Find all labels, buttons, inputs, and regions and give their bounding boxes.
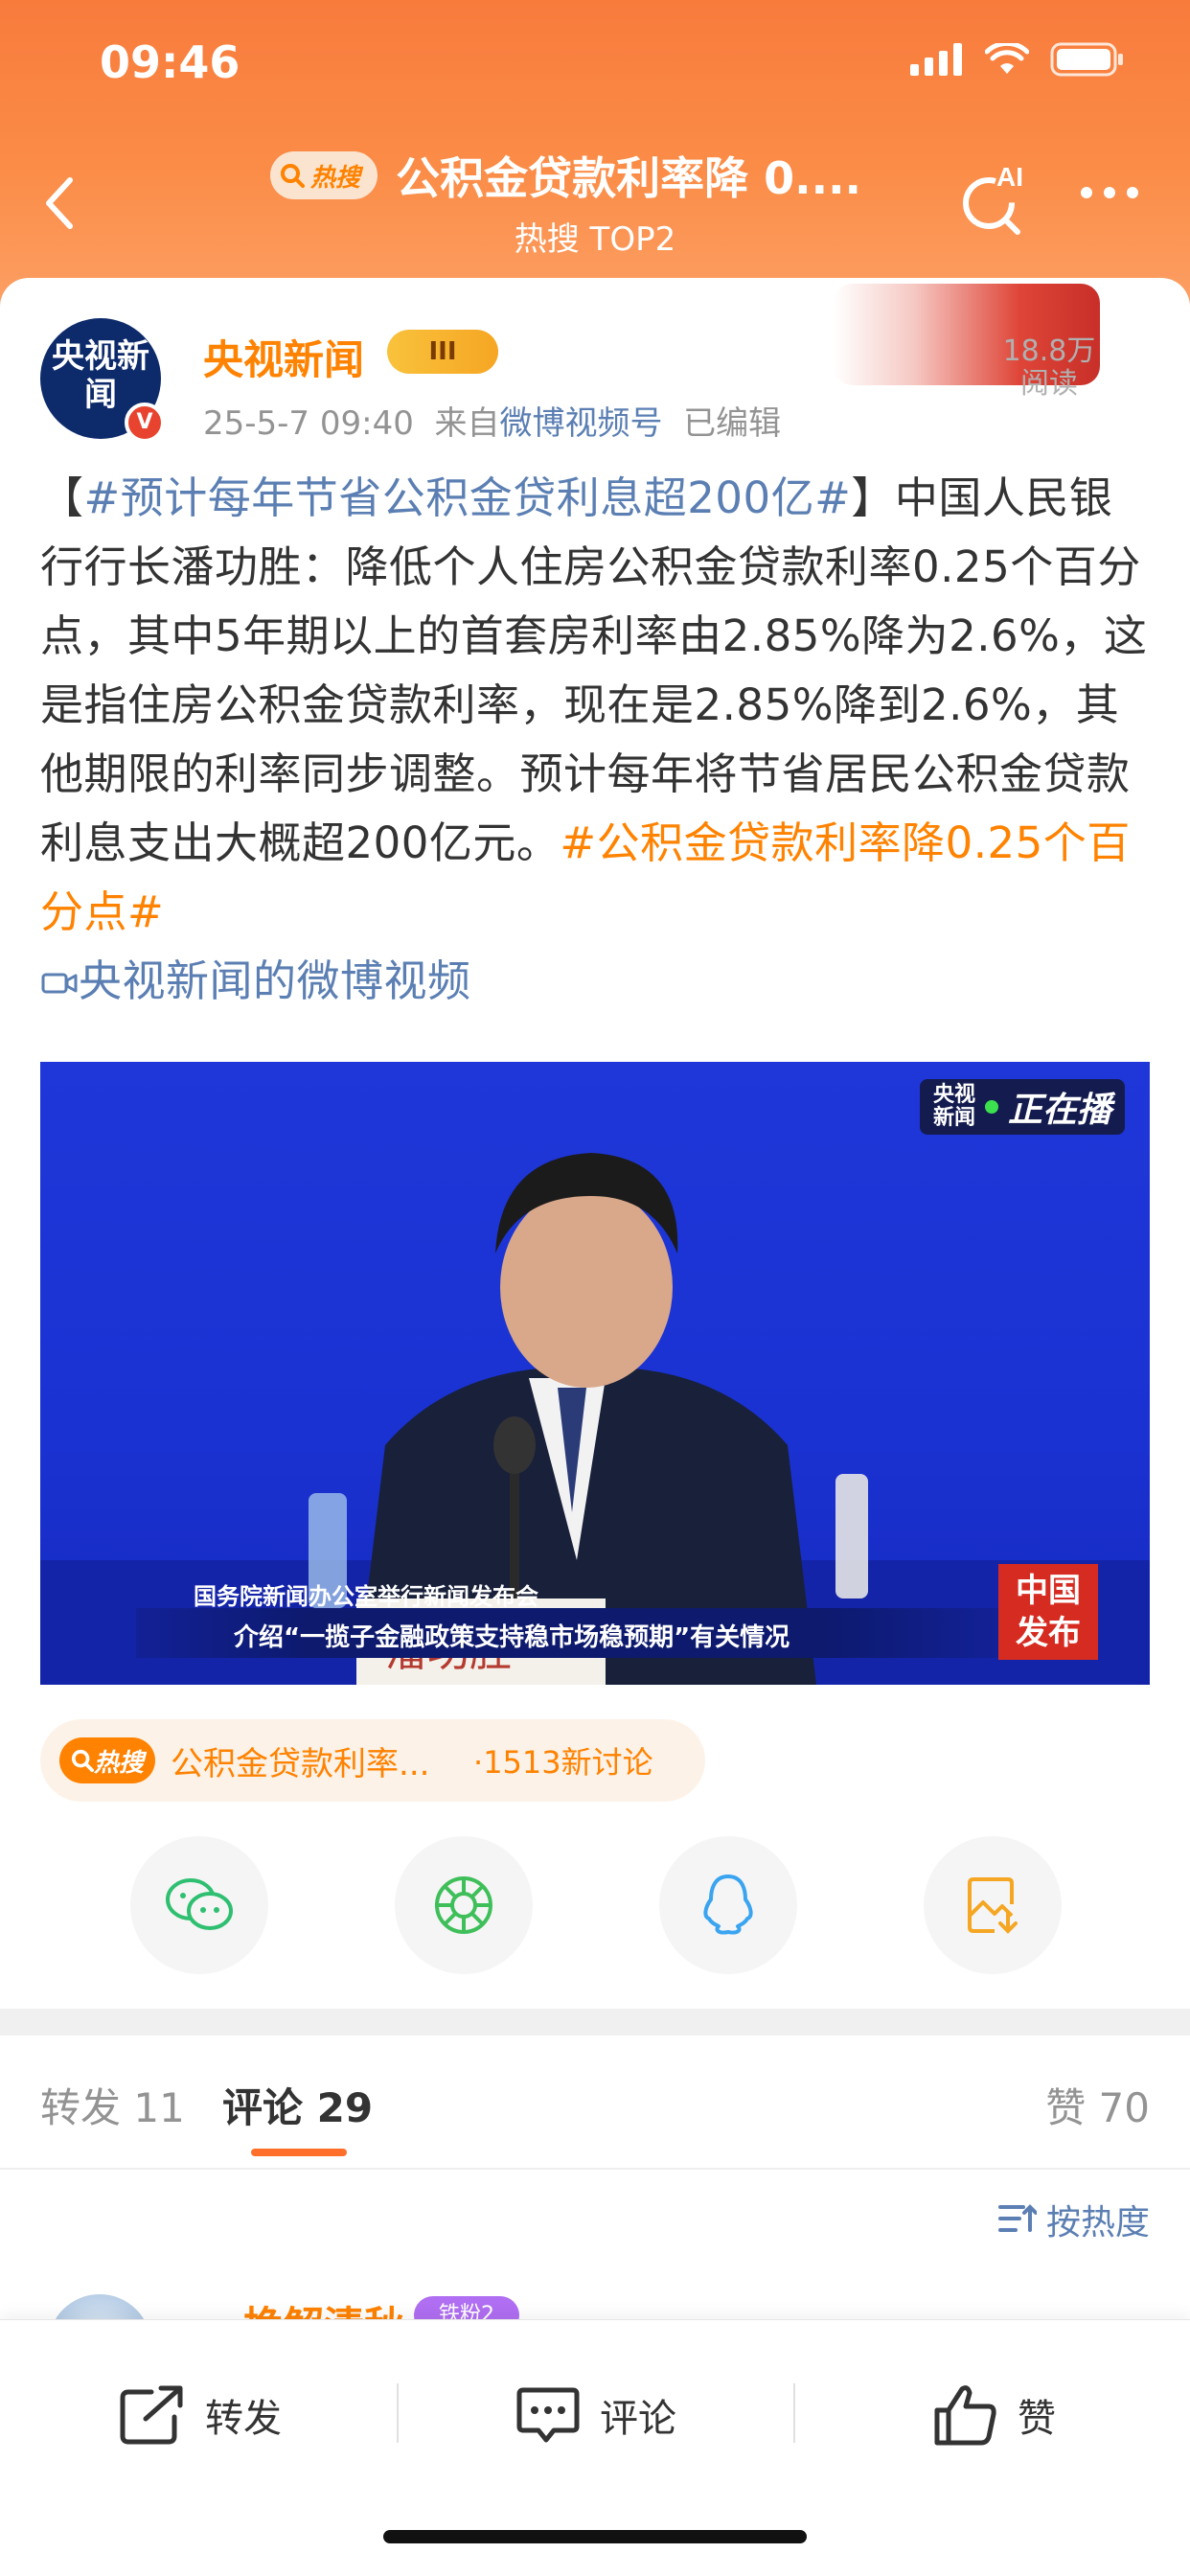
section-divider [0, 2009, 1190, 2036]
hot-topic-label: 热搜 [94, 1748, 145, 1778]
header: 09:46 热搜 公积金贷款利率降 0.... 热搜 TOP2 AI [0, 0, 1190, 316]
status-time: 09:46 [100, 36, 240, 88]
nav-title-area[interactable]: 热搜 公积金贷款利率降 0.... [270, 144, 922, 207]
author-name[interactable]: 央视新闻 [203, 328, 364, 386]
live-badge-line-1: 央视 [932, 1083, 975, 1107]
hot-search-label: 热搜 [310, 163, 361, 193]
tab-comment[interactable]: 评论 29 [222, 2076, 373, 2134]
bracket-close: 】 [851, 472, 895, 523]
bracket-open: 【 [40, 472, 84, 523]
video-caption: 国务院新闻办公室举行新闻发布会 介绍“一揽子金融政策支持稳市场稳预期”有关情况 [79, 1574, 998, 1662]
hot-topic-pill: 热搜 [59, 1737, 156, 1783]
comment-icon [516, 2387, 580, 2443]
live-dot-icon [984, 1100, 998, 1114]
search-icon [71, 1749, 94, 1772]
video-link-label: 央视新闻的微博视频 [79, 955, 471, 1006]
comment-label: 评论 [600, 2397, 676, 2441]
battery-icon [1050, 42, 1123, 77]
logo-line-1: 中国 [1016, 1572, 1081, 1610]
verified-icon: V [125, 402, 165, 443]
save-image-button[interactable] [924, 1836, 1062, 1974]
live-badge: 央视 新闻 正在播 [919, 1079, 1125, 1135]
share-moments-button[interactable] [395, 1836, 533, 1974]
ai-search-icon: AI [963, 162, 1023, 235]
interaction-tabs: 转发 11 评论 29 赞 70 [0, 2036, 1190, 2170]
repost-button[interactable]: 转发 [119, 2381, 282, 2449]
live-badge-line-2: 新闻 [932, 1106, 975, 1130]
search-icon [281, 164, 305, 188]
source-prefix: 来自 [434, 404, 500, 443]
wifi-icon [985, 43, 1029, 74]
caption-line-1: 国务院新闻办公室举行新闻发布会 [194, 1583, 538, 1610]
post-text: 【#预计每年节省公积金贷利息超200亿#】中国人民银行行长潘功胜：降低个人住房公… [40, 464, 1152, 1016]
live-text: 正在播 [1007, 1091, 1111, 1130]
repost-icon [120, 2385, 183, 2445]
sort-label: 按热度 [1045, 2203, 1150, 2242]
tab-repost[interactable]: 转发 11 [40, 2076, 185, 2134]
video-source-link[interactable]: 央视新闻的微博视频 [40, 955, 471, 1006]
save-image-icon [968, 1877, 1018, 1934]
logo-line-2: 发布 [1016, 1614, 1081, 1652]
thumbs-up-icon [934, 2385, 996, 2446]
post-meta: 25-5-7 09:40 来自微博视频号 已编辑 [203, 397, 781, 444]
ai-search-button[interactable]: AI [956, 161, 1033, 238]
more-button[interactable] [1081, 187, 1138, 198]
post-body: 中国人民银行行长潘功胜：降低个人住房公积金贷款利率0.25个百分点，其中5年期以… [40, 472, 1148, 868]
signal-icon [910, 43, 962, 76]
ai-label: AI [996, 162, 1023, 192]
caption-line-2: 介绍“一揽子金融政策支持稳市场稳预期”有关情况 [234, 1623, 790, 1652]
like-label: 赞 [1018, 2397, 1056, 2441]
video-player[interactable]: 潘功胜 央视新闻 正在播 国务院新闻办公室举行新闻发布会 介绍“一揽子金融政策支… [40, 1062, 1150, 1685]
home-indicator[interactable] [383, 2530, 807, 2543]
qq-icon [703, 1874, 753, 1935]
read-count-label: 阅读 [1020, 367, 1078, 401]
hot-search-pill: 热搜 [270, 151, 378, 199]
read-count: 18.8万 阅读 [977, 335, 1121, 401]
share-qq-button[interactable] [659, 1836, 797, 1974]
share-row [0, 1836, 1190, 1980]
like-button[interactable]: 赞 [933, 2381, 1056, 2449]
hot-topic-title: 公积金贷款利率... [171, 1744, 430, 1783]
hot-topic-count: ·1513新讨论 [473, 1744, 653, 1781]
moments-icon [435, 1876, 492, 1934]
active-tab-indicator [251, 2149, 347, 2156]
post-time: 25-5-7 09:40 [203, 404, 414, 443]
app-root: 09:46 热搜 公积金贷款利率降 0.... 热搜 TOP2 AI 18.8万… [0, 0, 1190, 2576]
vip-level-badge[interactable]: III [387, 330, 498, 374]
share-wechat-button[interactable] [130, 1836, 268, 1974]
page-title: 公积金贷款利率降 0.... [396, 152, 862, 204]
sort-button[interactable]: 按热度 [997, 2195, 1150, 2244]
repost-label: 转发 [205, 2397, 282, 2441]
wechat-icon [166, 1878, 233, 1930]
comment-button[interactable]: 评论 [515, 2381, 676, 2449]
china-release-logo: 中国 发布 [998, 1564, 1098, 1660]
topic-link[interactable]: #预计每年节省公积金贷利息超200亿# [84, 472, 852, 523]
source-link[interactable]: 微博视频号 [499, 404, 662, 443]
hot-topic-row[interactable]: 热搜 公积金贷款利率... ·1513新讨论 [40, 1719, 705, 1802]
read-count-value: 18.8万 [1002, 334, 1096, 368]
tab-like[interactable]: 赞 70 [1045, 2076, 1150, 2134]
sort-icon [997, 2204, 1037, 2232]
status-icons [910, 42, 1125, 77]
edited-label: 已编辑 [683, 404, 782, 443]
video-icon [41, 973, 78, 994]
